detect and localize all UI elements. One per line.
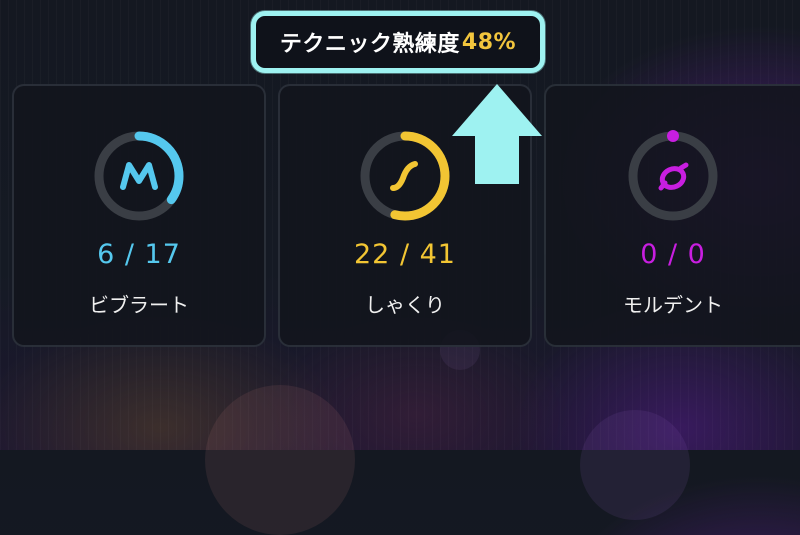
mordent-progress-ring (623, 126, 723, 226)
background-bokeh (205, 385, 355, 535)
background-bokeh (580, 410, 690, 520)
progress-start-dot (667, 130, 679, 142)
header-title: テクニック熟練度 (279, 32, 460, 57)
shakuri-label: しゃくり (365, 293, 445, 317)
vibrato-count: 6 / 17 (97, 239, 181, 270)
shakuri-progress-ring (355, 126, 455, 226)
mordent-count: 0 / 0 (640, 239, 706, 270)
up-arrow-icon (452, 84, 542, 184)
vibrato-icon (120, 162, 158, 190)
shakuri-icon (390, 161, 418, 191)
header-percent: 48% (461, 29, 517, 55)
technique-proficiency-header: テクニック熟練度 48% (251, 11, 545, 73)
technique-card-mordent[interactable]: 0 / 0 モルデント (544, 84, 800, 347)
vibrato-label: ビブラート (89, 293, 189, 317)
mordent-icon (658, 162, 689, 191)
shakuri-count: 22 / 41 (354, 239, 456, 270)
vibrato-progress-ring (89, 126, 189, 226)
progress-track (628, 131, 718, 221)
mordent-label: モルデント (623, 293, 723, 317)
technique-card-vibrato[interactable]: 6 / 17 ビブラート (12, 84, 266, 347)
